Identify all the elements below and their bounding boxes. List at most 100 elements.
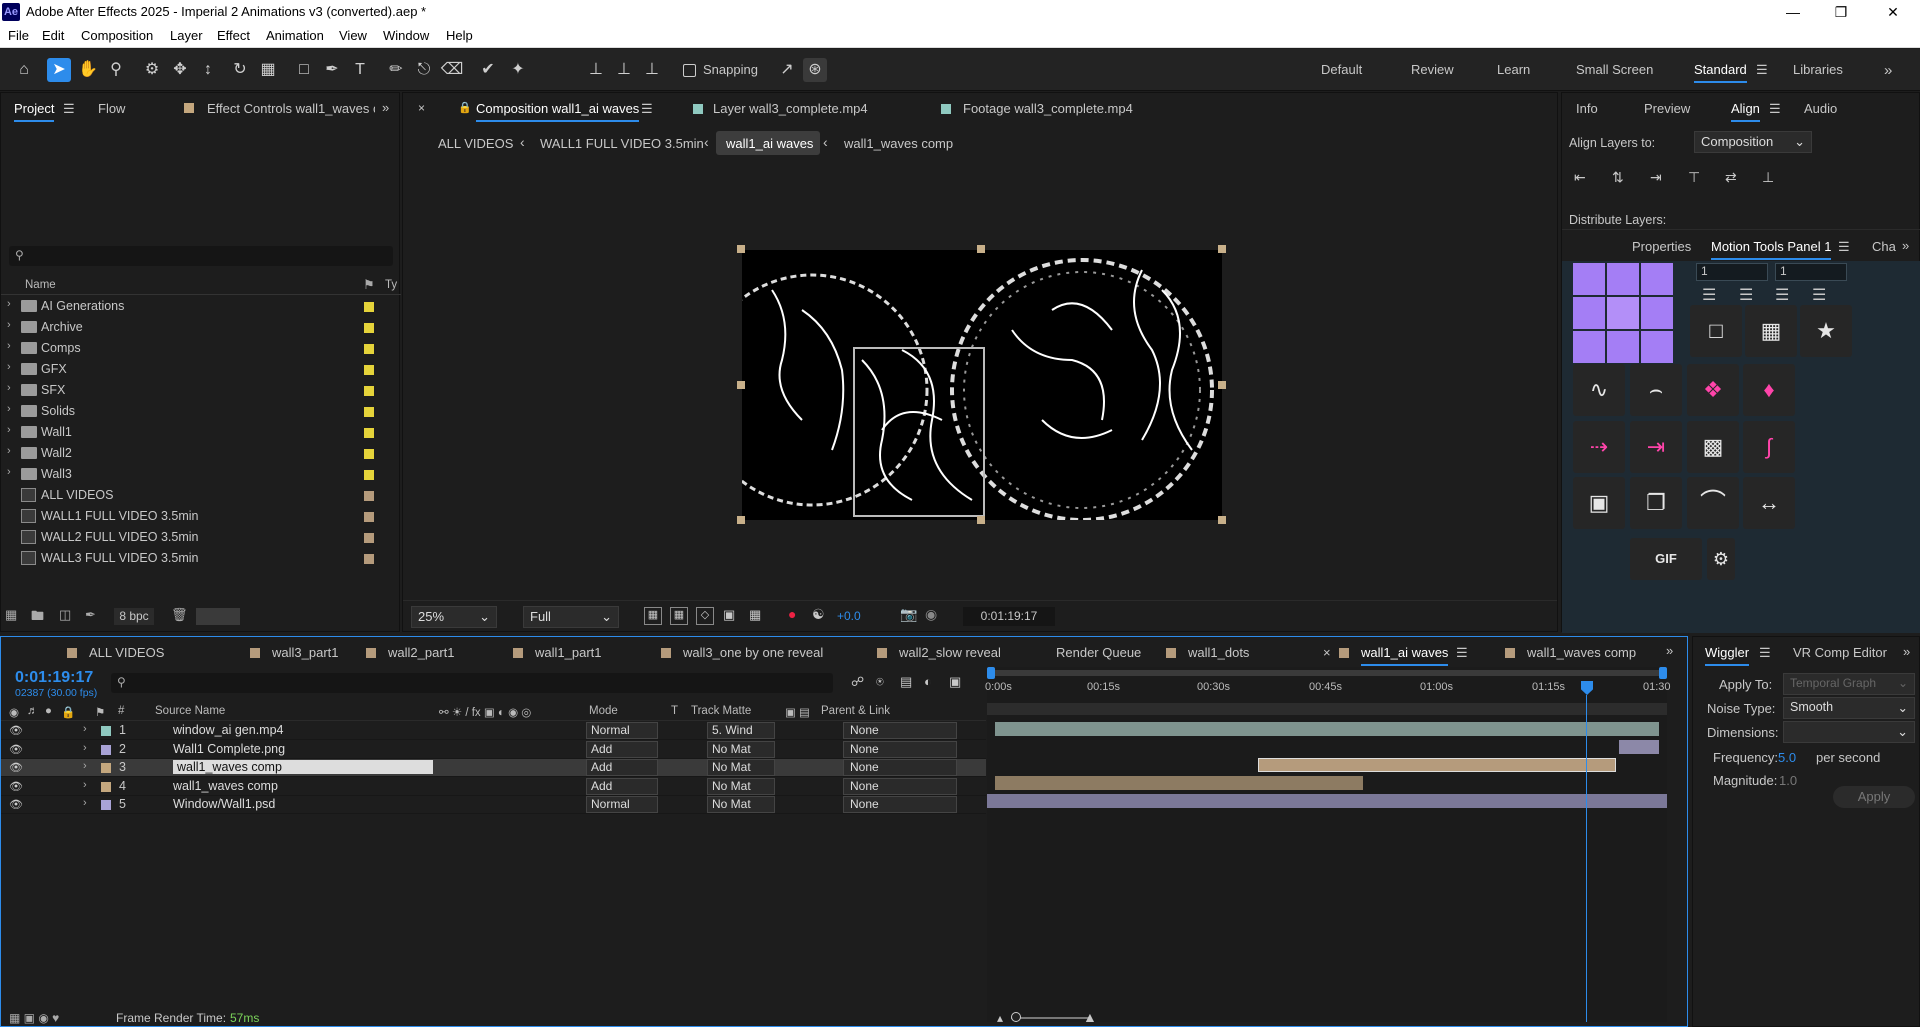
layer-bar-1[interactable] [995,722,1659,736]
trash-icon[interactable]: 🗑 [171,607,188,623]
grid-guides-icon[interactable]: ▦ [749,607,761,623]
layer-bar-5[interactable] [987,794,1667,808]
parent-dropdown[interactable]: None [843,722,957,739]
fast-preview-icon[interactable]: ▦ [644,607,662,625]
project-search-input[interactable]: ⚲ [9,246,393,266]
work-area-start-handle[interactable] [987,667,995,679]
zoom-in-icon[interactable]: ▲ [1083,1009,1097,1025]
label-color-chip[interactable] [101,763,111,773]
project-item[interactable]: › Wall3 [1,464,391,485]
timeline-tab[interactable]: Render Queue [1056,645,1141,660]
anchor-grid-cell[interactable] [1641,263,1673,295]
tab-audio[interactable]: Audio [1804,101,1837,116]
expand-arrow-icon[interactable]: › [7,319,11,331]
workspace-review[interactable]: Review [1411,62,1454,77]
workspace-menu-icon[interactable]: ☰ [1756,62,1768,78]
label-color-chip[interactable] [364,533,374,543]
new-comp-icon[interactable]: ◫ [59,607,71,623]
expand-arrow-icon[interactable]: › [7,382,11,394]
panel-overflow-icon[interactable]: » [1903,644,1910,659]
layer-source-name[interactable]: wall1_waves comp [173,760,433,774]
close-icon[interactable]: ✕ [1870,0,1916,24]
project-item[interactable]: › SFX [1,380,391,401]
timeline-tab[interactable]: wall2_slow reveal [899,645,1001,660]
timeline-search-input[interactable]: ⚲ [111,673,833,693]
tab-layer[interactable]: Layer wall3_complete.mp4 [713,101,868,116]
project-item[interactable]: WALL1 FULL VIDEO 3.5min [1,506,391,527]
label-color-chip[interactable] [364,428,374,438]
twirl-arrow-icon[interactable]: › [83,760,87,772]
tab-info[interactable]: Info [1576,101,1598,116]
menu-layer[interactable]: Layer [170,28,203,43]
timeline-tab[interactable]: wall1_part1 [535,645,602,660]
align-lines-icon[interactable]: ☰ [1702,285,1716,305]
keyframe-mirror-icon[interactable]: ♦ [1743,364,1795,416]
transform-handle[interactable] [737,381,745,389]
anchor-grid-cell[interactable] [1641,297,1673,329]
align-left-icon[interactable]: ⇤ [1574,169,1586,186]
snapshot-icon[interactable]: 📷 [900,606,917,623]
expand-arrow-icon[interactable]: › [7,340,11,352]
label-color-chip[interactable] [364,323,374,333]
timeline-tab[interactable]: wall2_part1 [388,645,455,660]
label-color-chip[interactable] [364,491,374,501]
crop-icon[interactable]: ⌒ [1687,477,1739,529]
transform-handle[interactable] [977,245,985,253]
wiggler-menu-icon[interactable]: ☰ [1759,645,1771,661]
anchor-grid-cell[interactable] [1573,297,1605,329]
anchor-grid-cell[interactable] [1573,263,1605,295]
minimize-icon[interactable]: — [1770,0,1816,24]
home-icon[interactable]: ⌂ [12,58,36,82]
snapping-checkbox[interactable] [683,64,696,77]
label-color-chip[interactable] [364,512,374,522]
expand-arrow-icon[interactable]: › [7,403,11,415]
label-color-chip[interactable] [364,554,374,564]
draft-3d-icon[interactable]: ⍟ [876,674,884,690]
label-color-chip[interactable] [364,407,374,417]
type-tool-icon[interactable]: T [348,58,372,82]
anchor-grid-cell[interactable] [1641,331,1673,363]
rotate-tool-icon[interactable]: ↻ [228,58,252,82]
eye-icon[interactable]: 👁 [9,798,23,811]
zoom-tool-icon[interactable]: ⚲ [104,58,128,82]
grid-split-icon[interactable]: ▦ [1745,305,1797,357]
source-name-col[interactable]: Source Name [155,705,225,717]
eye-icon[interactable]: 👁 [9,724,23,737]
workspace-default[interactable]: Default [1321,62,1362,77]
noise-type-dropdown[interactable]: Smooth ⌄ [1783,697,1915,719]
tab-properties[interactable]: Properties [1632,239,1691,254]
layer-bar-4[interactable] [995,776,1363,790]
breadcrumb-wall1-full[interactable]: WALL1 FULL VIDEO 3.5min [540,136,704,151]
dolly-tool-icon[interactable]: ↕ [196,58,220,82]
frequency-value[interactable]: 5.0 [1778,750,1796,765]
tab-motion-tools[interactable]: Motion Tools Panel 1 [1711,239,1832,260]
workspace-learn[interactable]: Learn [1497,62,1530,77]
timeline-timecode[interactable]: 0:01:19:17 [15,669,93,687]
work-area-bar[interactable] [990,670,1664,676]
viewer-timecode[interactable]: 0:01:19:17 [963,607,1055,626]
layer-source-name[interactable]: Wall1 Complete.png [173,742,285,756]
track-matte-dropdown[interactable]: No Mat [707,777,775,795]
layer-source-name[interactable]: window_ai gen.mp4 [173,723,284,737]
mask-visibility-icon[interactable]: ◇ [696,607,714,625]
project-item[interactable]: ALL VIDEOS [1,485,391,506]
hide-shy-icon[interactable]: ▤ [900,674,912,690]
timeline-tab[interactable]: wall3_part1 [272,645,339,660]
parent-dropdown[interactable]: None [843,796,957,813]
viewer-menu-icon[interactable]: ☰ [641,101,653,117]
timeline-zoom-thumb[interactable] [1011,1012,1021,1022]
tab-character[interactable]: Cha [1872,239,1896,254]
timeline-tab[interactable]: ALL VIDEOS [89,645,164,660]
label-color-chip[interactable] [364,386,374,396]
layer-bar-2[interactable] [1619,740,1659,754]
project-item[interactable]: › Archive [1,317,391,338]
new-folder-icon[interactable]: 🖿 [31,607,44,629]
workspace-overflow-icon[interactable]: » [1884,62,1892,79]
transform-handle[interactable] [737,245,745,253]
wiggle-wave-icon[interactable]: ∿ [1573,364,1625,416]
label-column-icon[interactable]: ⚑ [363,277,375,293]
align-hcenter-icon[interactable]: ⇅ [1612,169,1624,186]
zoom-dropdown[interactable]: 25% ⌄ [411,606,497,628]
layer-row[interactable]: 👁 › 5 Window/Wall1.psd Normal No Mat None [1,796,986,814]
track-matte-dropdown[interactable]: No Mat [707,796,775,813]
